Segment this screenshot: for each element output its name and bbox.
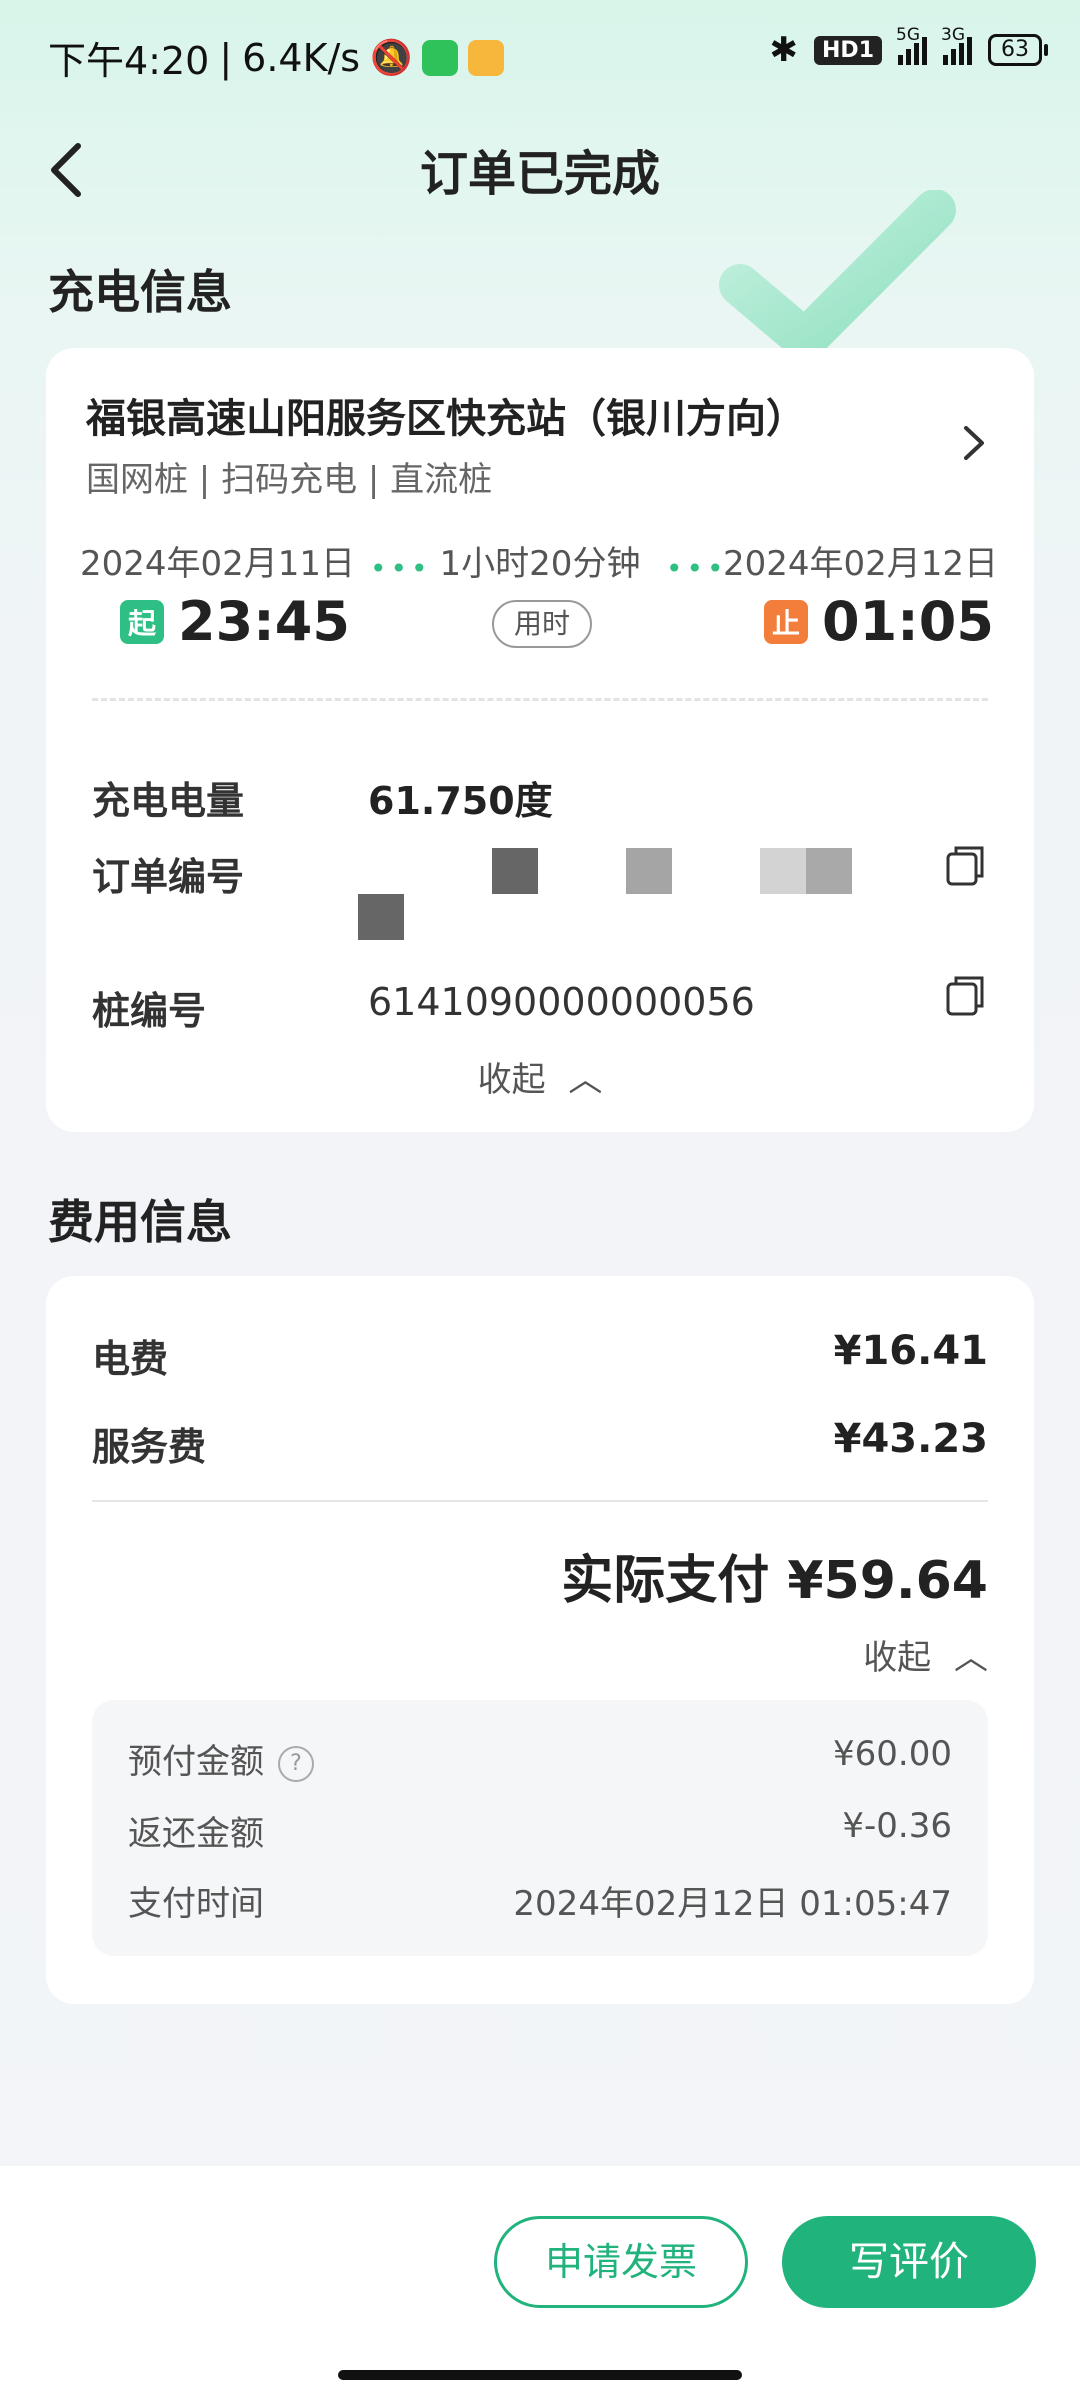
end-date: 2024年02月12日 <box>722 544 998 584</box>
station-name: 福银高速山阳服务区快充站（银川方向） <box>86 396 806 442</box>
fee-info-title: 费用信息 <box>48 1195 232 1249</box>
chevron-up-icon: ︿ <box>954 1638 988 1678</box>
copy-order-icon[interactable] <box>944 842 988 890</box>
end-time-block: 止 01:05 <box>764 590 994 653</box>
app-notification-icon <box>468 39 505 76</box>
collapse-fee-button[interactable]: 收起 ︿ <box>863 1630 988 1679</box>
charging-info-card: 福银高速山阳服务区快充站（银川方向） 国网桩 | 扫码充电 | 直流桩 2024… <box>46 348 1034 1132</box>
status-left: 下午4:20 | 6.4K/s 🔕 <box>48 30 505 85</box>
end-time: 01:05 <box>822 590 994 653</box>
collapse-label: 收起 <box>477 1060 546 1100</box>
pile-number-label: 桩编号 <box>92 989 207 1033</box>
pay-time-value: 2024年02月12日 01:05:47 <box>513 1884 952 1924</box>
refund-value: ¥-0.36 <box>842 1806 952 1846</box>
energy-label: 充电电量 <box>92 779 245 823</box>
electricity-fee-value: ¥16.41 <box>833 1328 988 1374</box>
status-bar: 下午4:20 | 6.4K/s 🔕 ✱ HD1 5G 3G 63 <box>0 0 1080 110</box>
charging-info-title: 充电信息 <box>48 265 232 319</box>
hd-badge: HD1 <box>814 35 882 65</box>
total-paid: 实际支付 ¥59.64 <box>561 1538 988 1613</box>
fee-info-card: 电费 ¥16.41 服务费 ¥43.23 实际支付 ¥59.64 收起 ︿ 预付… <box>46 1276 1034 2004</box>
total-value: ¥59.64 <box>787 1551 988 1611</box>
start-time-block: 起 23:45 <box>120 590 350 653</box>
wechat-notification-icon <box>422 39 459 76</box>
fee-divider <box>92 1500 988 1502</box>
stop-badge: 止 <box>764 599 808 644</box>
station-tags: 国网桩 | 扫码充电 | 直流桩 <box>86 460 493 500</box>
order-number-label: 订单编号 <box>92 855 245 899</box>
service-fee-value: ¥43.23 <box>833 1416 988 1462</box>
chevron-right-icon[interactable] <box>954 418 994 468</box>
prepaid-value: ¥60.00 <box>833 1734 952 1774</box>
mute-icon: 🔕 <box>370 37 413 78</box>
copy-pile-icon[interactable] <box>944 972 988 1020</box>
collapse-fee-label: 收起 <box>863 1638 932 1678</box>
signal-icon-3g: 3G <box>941 25 972 65</box>
apply-invoice-button[interactable]: 申请发票 <box>494 2216 748 2308</box>
help-icon[interactable]: ? <box>278 1745 314 1782</box>
refund-label: 返还金额 <box>128 1814 264 1854</box>
signal-icon-5g: 5G <box>896 25 927 65</box>
total-label: 实际支付 <box>561 1551 770 1611</box>
status-time: 下午4:20 <box>48 39 210 83</box>
dots-right: ••• <box>666 552 728 585</box>
electricity-fee-label: 电费 <box>92 1337 169 1381</box>
bottom-action-bar: 申请发票 写评价 <box>0 2166 1080 2400</box>
home-indicator[interactable] <box>338 2370 742 2380</box>
duration-label: 用时 <box>492 600 592 648</box>
payment-details-panel: 预付金额? ¥60.00 返还金额 ¥-0.36 支付时间 2024年02月12… <box>92 1700 988 1956</box>
bluetooth-icon: ✱ <box>769 30 799 70</box>
service-fee-label: 服务费 <box>92 1425 207 1469</box>
dashed-divider <box>92 698 988 701</box>
network-speed: 6.4K/s <box>242 35 361 80</box>
prepaid-label: 预付金额 <box>128 1742 264 1782</box>
status-right: ✱ HD1 5G 3G 63 <box>769 25 1048 70</box>
prepaid-label-row: 预付金额? <box>128 1734 314 1783</box>
collapse-charging-button[interactable]: 收起 ︿ <box>46 1052 1034 1101</box>
pay-time-label: 支付时间 <box>128 1884 264 1924</box>
battery-icon: 63 <box>988 34 1048 66</box>
pile-number-value: 6141090000000056 <box>368 980 755 1024</box>
start-badge: 起 <box>120 599 164 644</box>
write-review-button[interactable]: 写评价 <box>782 2216 1036 2308</box>
chevron-up-icon: ︿ <box>568 1060 603 1100</box>
energy-value: 61.750度 <box>368 779 553 823</box>
start-time: 23:45 <box>178 590 350 653</box>
check-decoration-icon <box>719 190 956 360</box>
